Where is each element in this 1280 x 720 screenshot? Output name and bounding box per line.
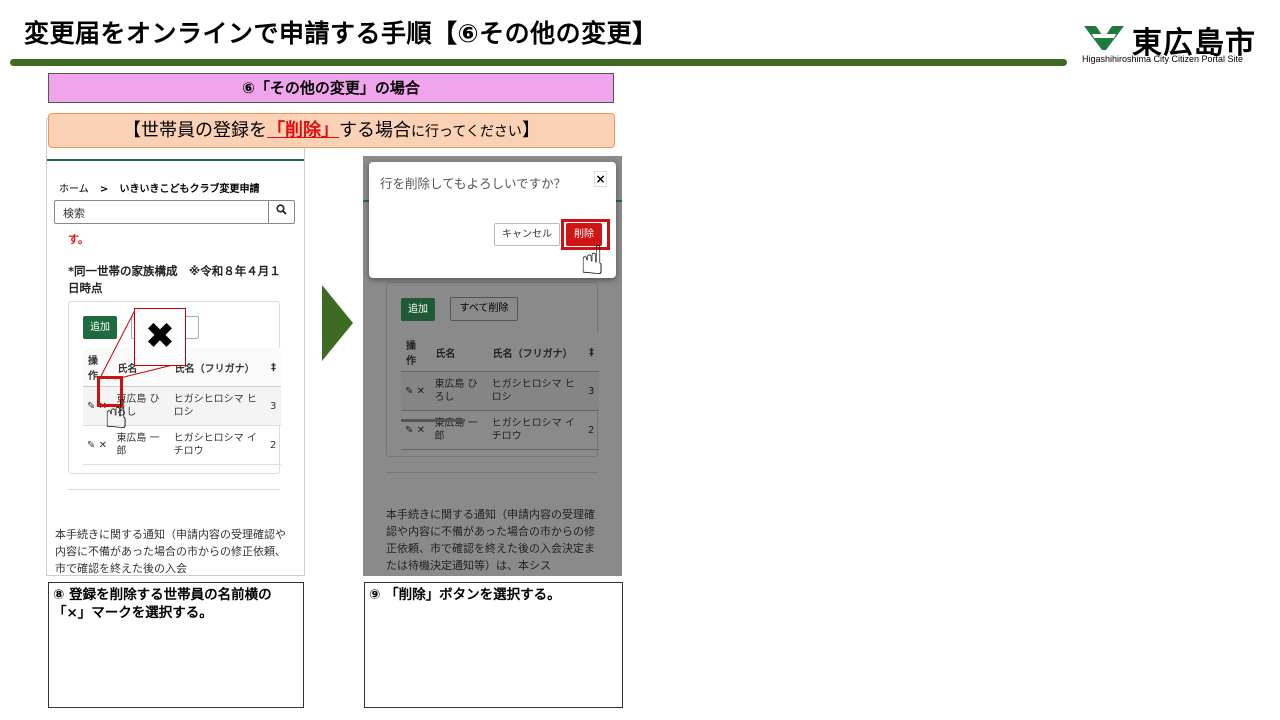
col-header-action: 操作 bbox=[401, 333, 431, 372]
dialog-close-icon[interactable]: × bbox=[594, 171, 607, 187]
section-divider bbox=[386, 472, 598, 473]
breadcrumb-current: いきいきこどもクラブ変更申請 bbox=[119, 184, 260, 195]
logo-subtitle: Higashihiroshima City Citizen Portal Sit… bbox=[1082, 54, 1244, 64]
row-kana: ヒガシヒロシマ イチロウ bbox=[487, 410, 584, 450]
col-header-extra: ‡ bbox=[265, 348, 281, 387]
col-header-kana: 氏名（フリガナ） bbox=[487, 333, 584, 372]
delete-x-icon[interactable]: ✕ bbox=[99, 440, 107, 451]
zoomed-x-icon: ✖ bbox=[134, 308, 186, 366]
row-actions: ✎ ✕ bbox=[401, 371, 431, 411]
row-kana: ヒガシヒロシマ ヒロシ bbox=[169, 386, 266, 426]
search-input[interactable]: 検索 bbox=[54, 200, 295, 224]
title-divider bbox=[10, 59, 1067, 66]
row-extra: 2 bbox=[583, 410, 599, 450]
next-step-arrow-icon bbox=[322, 285, 353, 361]
page-title: 変更届をオンラインで申請する手順【⑥その他の変更】 bbox=[24, 19, 658, 48]
warning-text: す。 bbox=[68, 233, 89, 246]
notice-text: 本手続きに関する通知（申請内容の受理確認や内容に不備があった場合の市からの修正依… bbox=[386, 508, 595, 572]
table-row: ✎ ✕ 東広島 一郎 ヒガシヒロシマ イチロウ 2 bbox=[401, 410, 599, 450]
city-logo: 東広島市 Higashihiroshima City Citizen Porta… bbox=[1082, 18, 1262, 68]
row-kana: ヒガシヒロシマ イチロウ bbox=[169, 425, 266, 465]
add-button[interactable]: 追加 bbox=[401, 298, 435, 321]
family-table: 操作 氏名 氏名（フリガナ） ‡ ✎ ✕ 東広島 ひろし ヒガシヒロシマ ヒロシ… bbox=[401, 333, 599, 450]
delete-x-icon[interactable]: ✕ bbox=[417, 425, 425, 436]
banner-middle: する場合 bbox=[339, 120, 412, 141]
section-divider bbox=[68, 489, 280, 490]
cancel-button[interactable]: キャンセル bbox=[494, 223, 560, 246]
delete-all-button[interactable]: すべて削除 bbox=[450, 297, 518, 321]
banner-suffix: 】 bbox=[521, 120, 540, 141]
row-extra: 2 bbox=[265, 425, 281, 465]
city-emblem-icon bbox=[1084, 26, 1124, 50]
dialog-message: 行を削除してもよろしいですか？ bbox=[380, 176, 567, 191]
step9-caption: ⑨ 「削除」ボタンを選択する。 bbox=[364, 582, 623, 708]
row-extra: 3 bbox=[265, 386, 281, 426]
row-name: 東広島 ひろし bbox=[430, 371, 488, 411]
row-kana: ヒガシヒロシマ ヒロシ bbox=[487, 371, 584, 411]
search-icon bbox=[276, 204, 287, 215]
notice-text: 本手続きに関する通知（申請内容の受理確認や内容に不備があった場合の市からの修正依… bbox=[55, 528, 286, 575]
banner-prefix: 【世帯員の登録を bbox=[123, 120, 268, 141]
table-row: ✎ ✕ 東広島 ひろし ヒガシヒロシマ ヒロシ 3 bbox=[401, 371, 599, 411]
delete-instruction-banner: 【世帯員の登録を「削除」する場合に行ってください】 bbox=[48, 113, 615, 148]
edit-pencil-icon[interactable]: ✎ bbox=[405, 386, 413, 397]
search-placeholder: 検索 bbox=[63, 207, 85, 220]
breadcrumb-home[interactable]: ホーム bbox=[59, 184, 89, 195]
banner-highlight: 「削除」 bbox=[267, 120, 340, 141]
row-name: 東広島 一郎 bbox=[430, 410, 488, 450]
edit-pencil-icon[interactable]: ✎ bbox=[87, 401, 95, 412]
row-actions: ✎ ✕ bbox=[401, 410, 431, 450]
edit-pencil-icon[interactable]: ✎ bbox=[87, 440, 95, 451]
col-header-name: 氏名 bbox=[430, 333, 488, 372]
family-composition-label: *同一世帯の家族構成 ※令和８年４月１日時点 bbox=[68, 264, 281, 295]
banner-small: に行ってください bbox=[411, 124, 522, 140]
breadcrumb-separator-icon: > bbox=[99, 184, 109, 195]
table-scrollbar[interactable] bbox=[401, 419, 465, 422]
delete-x-icon[interactable]: ✕ bbox=[417, 386, 425, 397]
hand-pointer-icon: ☝ bbox=[580, 238, 605, 284]
search-button[interactable] bbox=[268, 201, 294, 223]
section-label: ⑥「その他の変更」の場合 bbox=[48, 73, 614, 103]
breadcrumb: ホーム > いきいきこどもクラブ変更申請 bbox=[59, 180, 259, 195]
family-panel: 追加 すべて削除 操作 氏名 氏名（フリガナ） ‡ ✎ ✕ 東広島 ひろし ヒガ… bbox=[386, 282, 599, 457]
header-divider bbox=[47, 159, 304, 161]
row-extra: 3 bbox=[583, 371, 599, 411]
col-header-extra: ‡ bbox=[583, 333, 599, 372]
edit-pencil-icon[interactable]: ✎ bbox=[405, 425, 413, 436]
hand-pointer-icon: ☝ bbox=[104, 392, 129, 438]
step8-caption: ⑧ 登録を削除する世帯員の名前横の「×」マークを選択する。 bbox=[48, 582, 304, 708]
